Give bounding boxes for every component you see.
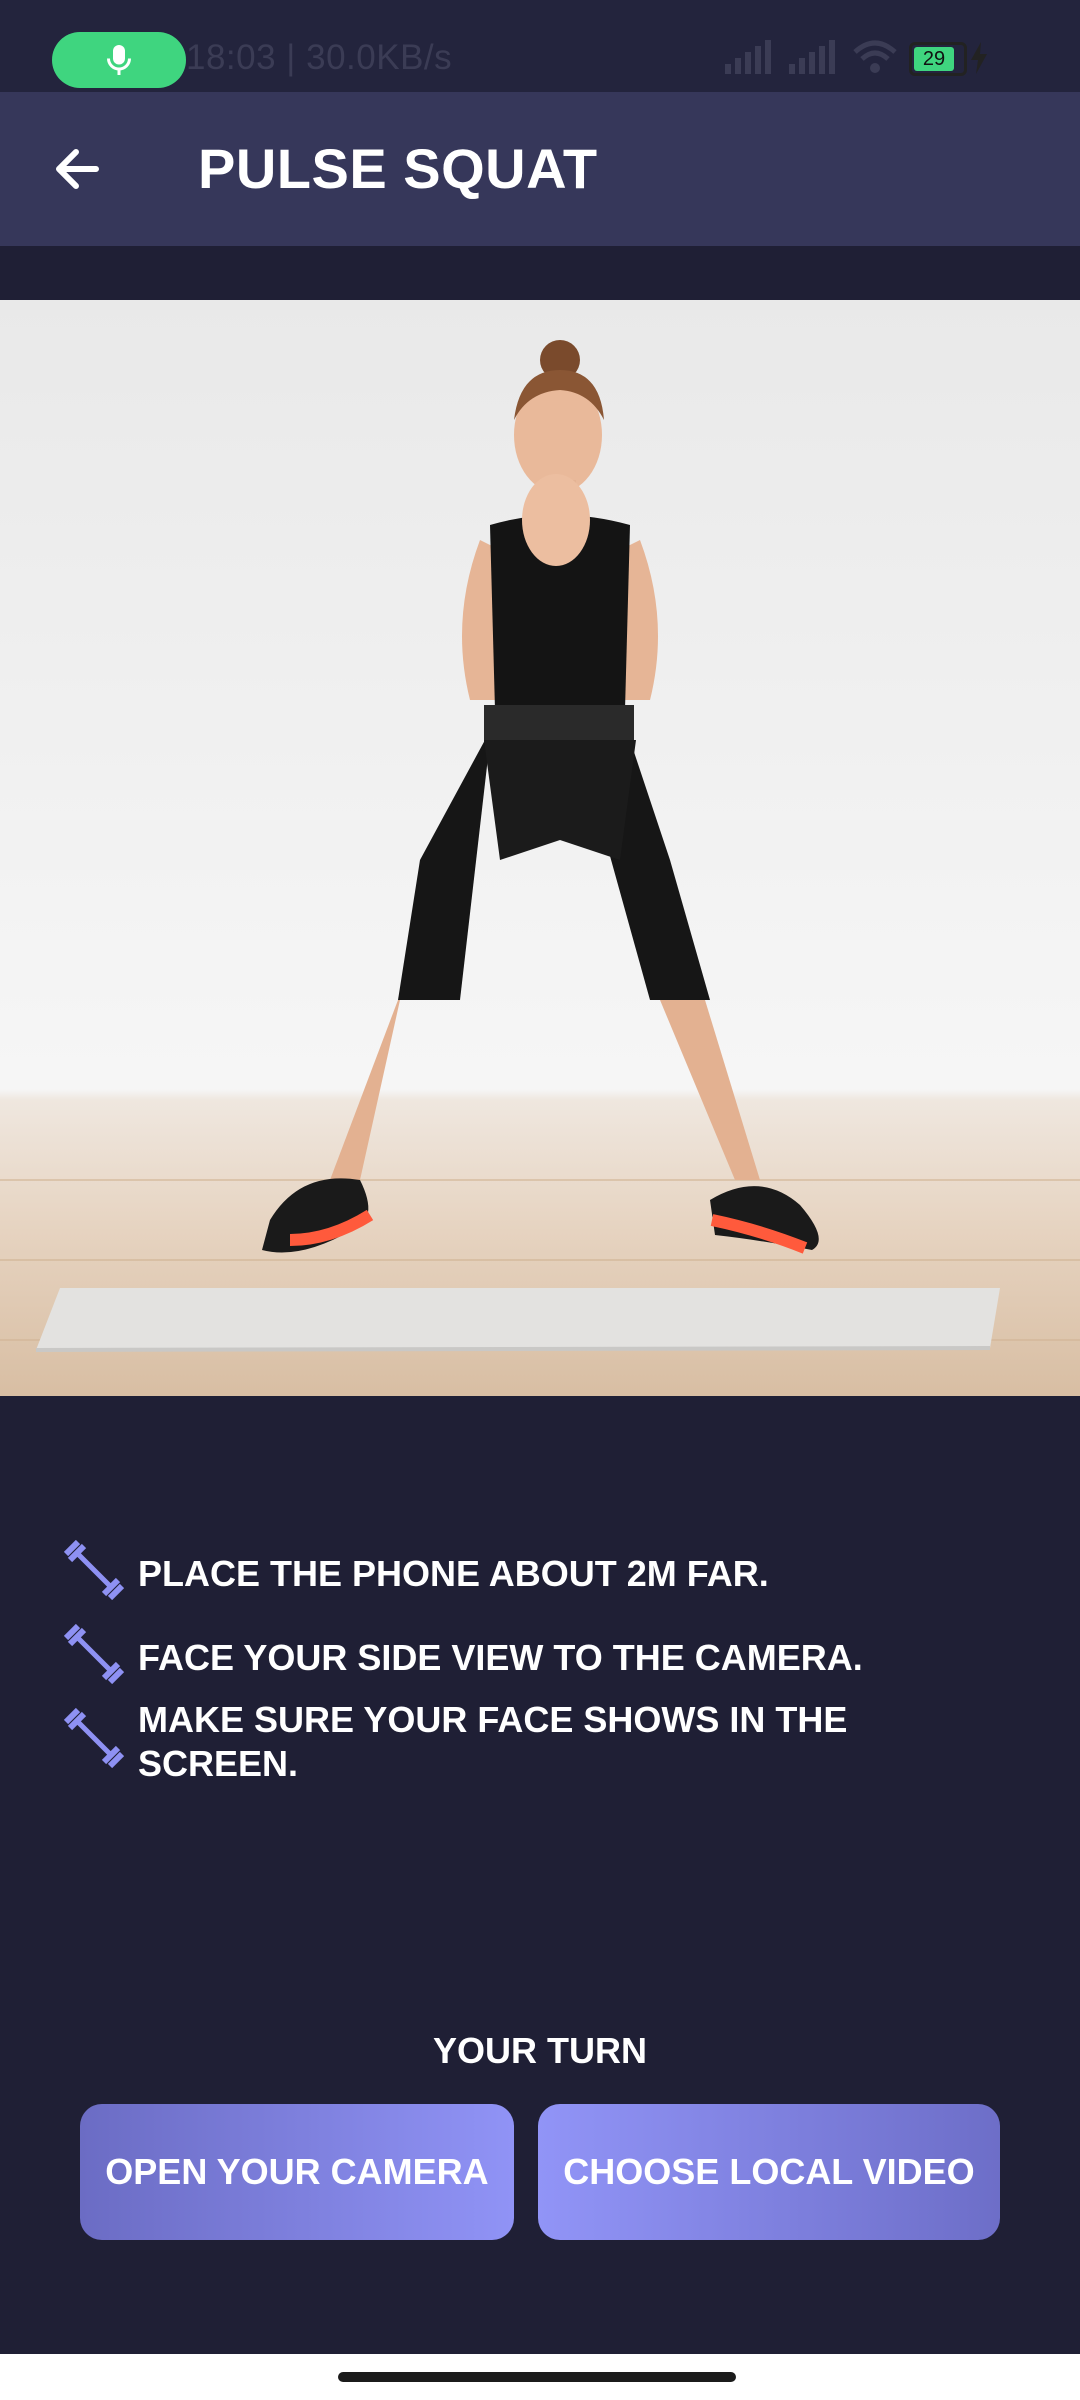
exercise-demo-image (0, 300, 1080, 1396)
status-bar: 18:03 | 30.0KB/s 29 (0, 0, 1080, 92)
dumbbell-icon (64, 1624, 124, 1684)
wifi-icon (853, 40, 897, 73)
mic-icon (107, 45, 131, 75)
home-indicator[interactable] (338, 2372, 736, 2382)
signal-icon (789, 40, 835, 74)
dumbbell-icon (64, 1708, 124, 1768)
instruction-text: PLACE THE PHONE ABOUT 2M FAR. (138, 1553, 769, 1594)
arrow-left-icon (56, 149, 99, 189)
back-button[interactable] (40, 130, 118, 208)
mic-indicator[interactable] (52, 32, 186, 88)
choose-local-video-button[interactable]: CHOOSE LOCAL VIDEO (538, 2104, 1000, 2240)
instruction-text: MAKE SURE YOUR FACE SHOWS IN THE SCREEN. (138, 1699, 848, 1784)
page-title: PULSE SQUAT (198, 137, 598, 200)
signal-icon (725, 40, 771, 74)
gesture-nav-bar (0, 2354, 1080, 2400)
dumbbell-icon (64, 1540, 124, 1600)
instruction-text: FACE YOUR SIDE VIEW TO THE CAMERA. (138, 1637, 863, 1678)
charging-icon (971, 42, 987, 74)
status-time-speed: 18:03 | 30.0KB/s (186, 38, 453, 77)
battery-icon: 29 (909, 42, 967, 76)
app-bar: PULSE SQUAT (0, 92, 1080, 246)
exercise-illustration (0, 340, 1080, 1352)
open-camera-button[interactable]: OPEN YOUR CAMERA (80, 2104, 514, 2240)
battery-level: 29 (914, 47, 954, 71)
your-turn-label: YOUR TURN (433, 2030, 647, 2071)
